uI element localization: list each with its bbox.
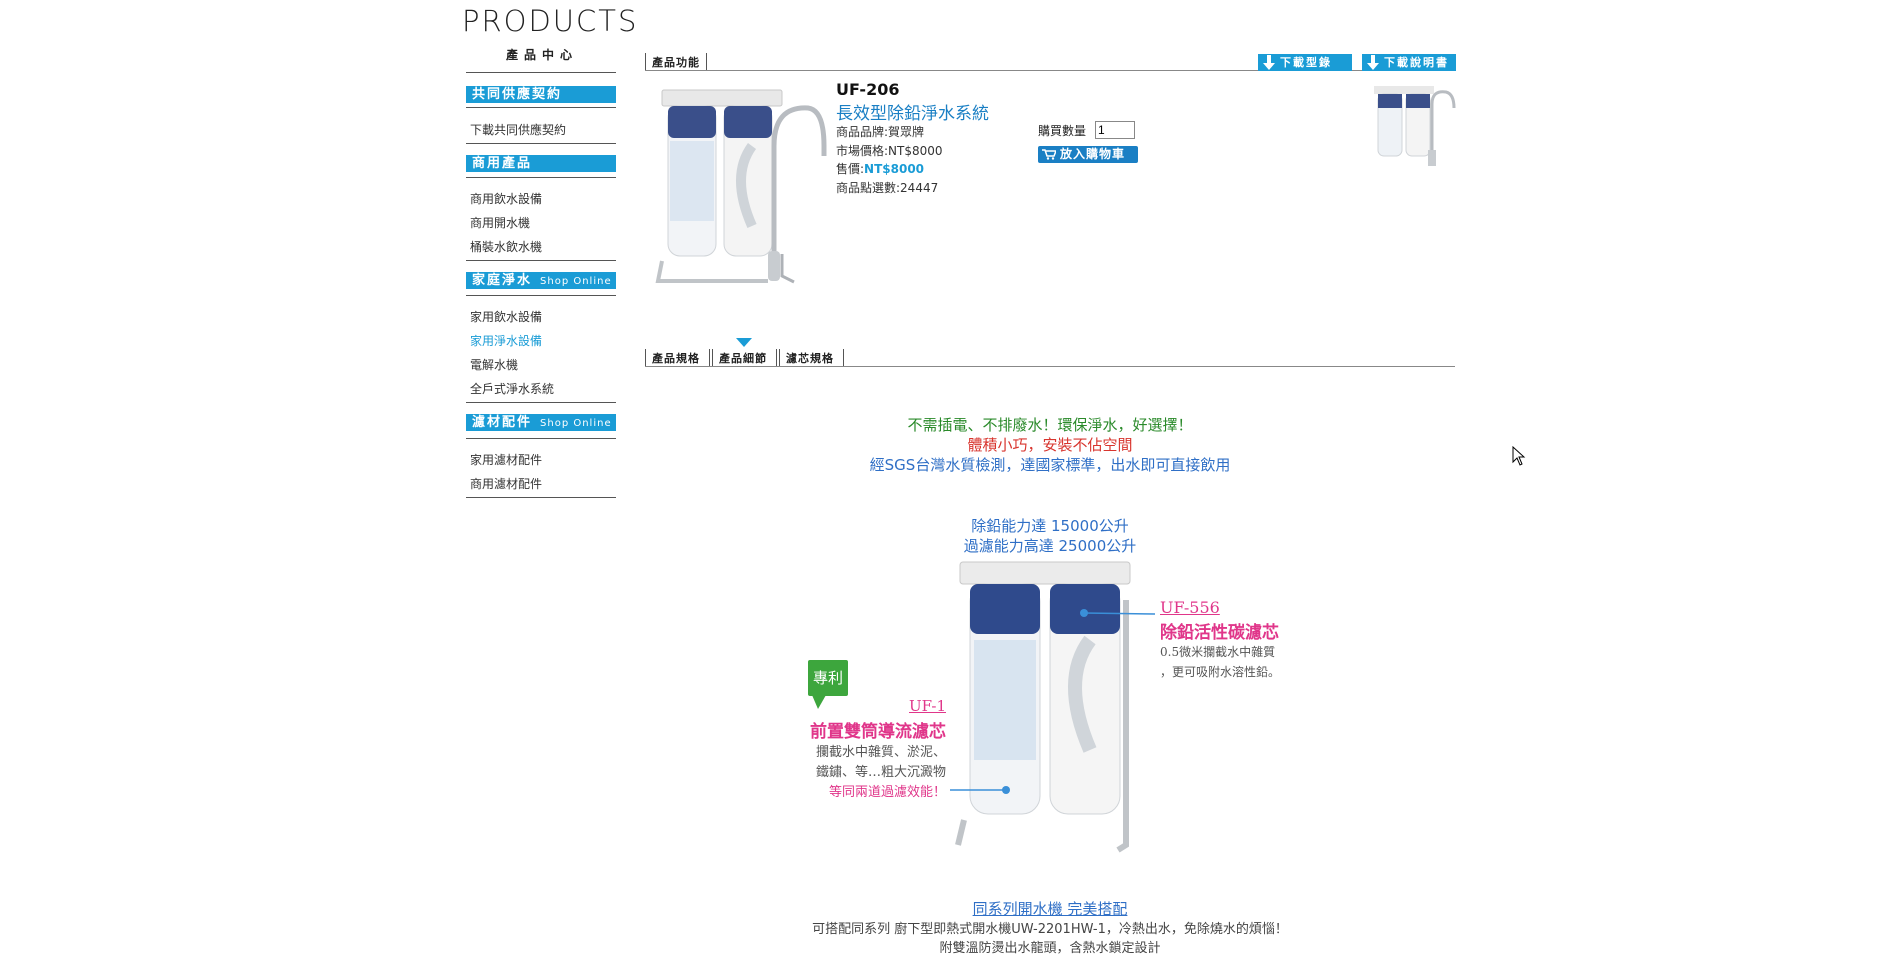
uf556-code: UF-556 — [1160, 598, 1220, 617]
sidebar-header-label: 共同供應契約 — [472, 87, 563, 102]
callout-connectors — [1002, 609, 1156, 794]
tab-filter-specs[interactable]: 濾芯規格 — [779, 349, 844, 366]
sidebar-item-download-contract[interactable]: 下載共同供應契約 — [470, 121, 566, 138]
quantity-label: 購買數量 — [1038, 124, 1087, 138]
product-code: UF-206 — [836, 80, 900, 99]
product-views: 商品點選數:24447 — [836, 181, 939, 195]
sidebar-item-bottled-dispenser[interactable]: 桶裝水飲水機 — [470, 238, 542, 255]
uf556-desc-1: 0.5微米攔截水中雜質 — [1160, 645, 1276, 659]
sidebar-header-label: 家庭淨水 — [472, 273, 533, 288]
callout-connector-left — [950, 789, 1006, 791]
sidebar-item-home-filters[interactable]: 家用濾材配件 — [470, 451, 542, 468]
download-manual-button[interactable]: 下載說明書 — [1362, 54, 1456, 71]
sidebar-divider — [466, 260, 616, 261]
sidebar-header-home-water[interactable]: 家庭淨水 Shop Online — [466, 272, 616, 289]
series-desc-1: 可搭配同系列 廚下型即熱式開水機UW-2201HW-1，冷熱出水，免除燒水的煩惱… — [812, 922, 1288, 937]
tab-product-details[interactable]: 產品細節 — [712, 349, 777, 366]
sidebar-item-commercial-drinking[interactable]: 商用飲水設備 — [470, 190, 542, 207]
uf556-name: 除鉛活性碳濾芯 — [1160, 623, 1279, 643]
sidebar-divider — [466, 72, 616, 73]
download-catalog-button[interactable]: 下載型錄 — [1258, 54, 1352, 71]
sidebar-header-filters[interactable]: 濾材配件 Shop Online — [466, 414, 616, 431]
patent-badge-label: 專利 — [812, 669, 843, 687]
download-arrow-icon — [1367, 55, 1379, 70]
tab-product-function[interactable]: 產品功能 — [645, 53, 707, 70]
cart-icon — [1042, 149, 1056, 160]
sidebar-header-label: 濾材配件 — [472, 415, 533, 430]
download-arrow-icon — [1263, 55, 1275, 70]
product-market-price: 市場價格:NT$8000 — [836, 144, 943, 158]
detail-tabbar-underline — [645, 366, 1455, 367]
brand-subtitle: 產品中心 — [505, 48, 578, 62]
uf556-desc-2: ，更可吸附水溶性鉛。 — [1160, 665, 1281, 679]
feature-line-1: 不需插電、不排廢水！環保淨水，好選擇！ — [907, 416, 1193, 434]
brand-title: PRODUCTS — [462, 4, 639, 38]
price-value: NT$8000 — [864, 162, 925, 176]
capacity-line-2: 過濾能力高達 25000公升 — [963, 537, 1137, 555]
feature-line-3: 經SGS台灣水質檢測，達國家標準，出水即可直接飲用 — [869, 456, 1231, 474]
uf1-name: 前置雙筒導流濾芯 — [810, 722, 946, 742]
uf1-desc-3: 等同兩道過濾效能！ — [828, 785, 946, 800]
add-to-cart-button[interactable]: 放入購物車 — [1038, 146, 1138, 163]
download-catalog-label: 下載型錄 — [1280, 56, 1332, 69]
sidebar-header-commercial[interactable]: 商用產品 — [466, 155, 616, 172]
capacity-line-1: 除鉛能力達 15000公升 — [971, 517, 1129, 535]
series-desc-2: 附雙溫防燙出水龍頭，含熱水鎖定設計 — [939, 941, 1161, 956]
feature-line-2: 體積小巧，安裝不佔空間 — [967, 436, 1133, 454]
add-to-cart-label: 放入購物車 — [1060, 147, 1126, 161]
uf1-code: UF-1 — [909, 697, 946, 715]
uf1-desc-1: 攔截水中雜質、淤泥、 — [815, 745, 946, 760]
sidebar-item-whole-house[interactable]: 全戶式淨水系統 — [470, 380, 554, 397]
shop-online-label: Shop Online — [540, 418, 612, 429]
sidebar-divider — [466, 402, 616, 403]
sidebar-item-home-drinking[interactable]: 家用飲水設備 — [470, 308, 542, 325]
tab-specifications[interactable]: 產品規格 — [645, 349, 710, 366]
sidebar-item-commercial-filters[interactable]: 商用濾材配件 — [470, 475, 542, 492]
sidebar-divider — [466, 177, 616, 178]
sidebar-divider — [466, 438, 616, 439]
series-title-link[interactable]: 同系列開水機 完美搭配 — [645, 898, 1455, 919]
quantity-input[interactable] — [1095, 121, 1135, 139]
product-brand: 商品品牌:賀眾牌 — [836, 125, 925, 139]
product-name: 長效型除鉛淨水系統 — [836, 104, 989, 124]
product-thumbnail[interactable] — [1370, 84, 1456, 168]
product-image[interactable] — [648, 86, 828, 288]
sidebar-divider — [466, 295, 616, 296]
sidebar-divider — [466, 497, 616, 498]
sidebar-item-home-purifier[interactable]: 家用淨水設備 — [470, 332, 542, 349]
download-manual-label: 下載說明書 — [1384, 56, 1449, 69]
sidebar-item-electrolysis[interactable]: 電解水機 — [470, 356, 518, 373]
uf1-desc-2: 鐵鏽、等…粗大沉澱物 — [815, 765, 946, 780]
sidebar-item-commercial-boiler[interactable]: 商用開水機 — [470, 214, 530, 231]
patent-badge: 專利 — [808, 660, 848, 696]
active-tab-indicator-icon — [736, 338, 752, 347]
price-prefix: 售價: — [836, 162, 865, 176]
sidebar-divider — [466, 143, 616, 144]
sidebar-header-label: 商用產品 — [472, 156, 533, 171]
mouse-cursor-icon — [1512, 446, 1526, 466]
sidebar-header-contract[interactable]: 共同供應契約 — [466, 86, 616, 103]
sidebar-divider — [466, 107, 616, 108]
product-price: 售價:NT$8000 — [836, 160, 924, 177]
shop-online-label: Shop Online — [540, 276, 612, 287]
